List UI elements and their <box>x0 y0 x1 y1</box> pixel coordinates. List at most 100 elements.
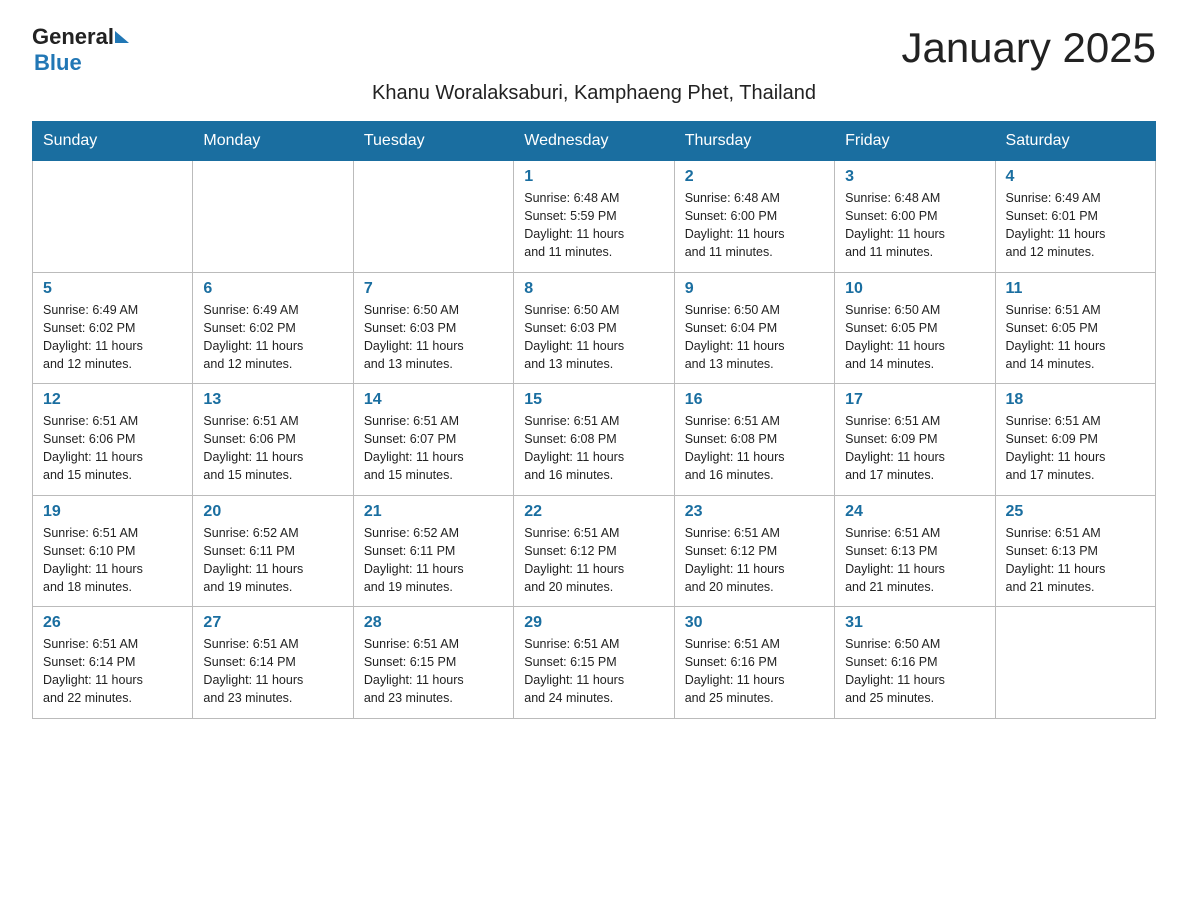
day-number: 23 <box>685 503 824 521</box>
col-sunday: Sunday <box>33 122 193 161</box>
day-info: Sunrise: 6:50 AMSunset: 6:03 PMDaylight:… <box>364 301 503 374</box>
day-info: Sunrise: 6:52 AMSunset: 6:11 PMDaylight:… <box>364 524 503 597</box>
day-info: Sunrise: 6:52 AMSunset: 6:11 PMDaylight:… <box>203 524 342 597</box>
day-number: 22 <box>524 503 663 521</box>
day-info: Sunrise: 6:50 AMSunset: 6:16 PMDaylight:… <box>845 635 984 708</box>
calendar-cell: 14 Sunrise: 6:51 AMSunset: 6:07 PMDayligh… <box>353 384 513 496</box>
calendar-cell: 25 Sunrise: 6:51 AMSunset: 6:13 PMDayligh… <box>995 495 1155 607</box>
day-number: 30 <box>685 614 824 632</box>
calendar-cell: 5 Sunrise: 6:49 AMSunset: 6:02 PMDaylight… <box>33 272 193 384</box>
day-number: 5 <box>43 280 182 298</box>
day-info: Sunrise: 6:51 AMSunset: 6:12 PMDaylight:… <box>524 524 663 597</box>
day-info: Sunrise: 6:51 AMSunset: 6:15 PMDaylight:… <box>524 635 663 708</box>
calendar-header-row: Sunday Monday Tuesday Wednesday Thursday… <box>33 122 1156 161</box>
day-number: 4 <box>1006 168 1145 186</box>
day-number: 29 <box>524 614 663 632</box>
calendar-cell: 15 Sunrise: 6:51 AMSunset: 6:08 PMDayligh… <box>514 384 674 496</box>
day-number: 26 <box>43 614 182 632</box>
day-number: 21 <box>364 503 503 521</box>
calendar-cell <box>353 161 513 273</box>
col-thursday: Thursday <box>674 122 834 161</box>
day-number: 1 <box>524 168 663 186</box>
calendar-cell: 16 Sunrise: 6:51 AMSunset: 6:08 PMDayligh… <box>674 384 834 496</box>
calendar-cell: 8 Sunrise: 6:50 AMSunset: 6:03 PMDaylight… <box>514 272 674 384</box>
calendar-cell: 13Sunrise: 6:51 AMSunset: 6:06 PMDayligh… <box>193 384 353 496</box>
day-number: 11 <box>1006 280 1145 298</box>
day-info: Sunrise: 6:50 AMSunset: 6:03 PMDaylight:… <box>524 301 663 374</box>
calendar-cell: 28 Sunrise: 6:51 AMSunset: 6:15 PMDayligh… <box>353 607 513 719</box>
calendar-week-row: 26 Sunrise: 6:51 AMSunset: 6:14 PMDayligh… <box>33 607 1156 719</box>
day-info: Sunrise: 6:49 AMSunset: 6:02 PMDaylight:… <box>203 301 342 374</box>
day-number: 8 <box>524 280 663 298</box>
day-info: Sunrise: 6:50 AMSunset: 6:05 PMDaylight:… <box>845 301 984 374</box>
logo-general-text: General <box>32 24 114 50</box>
day-info: Sunrise: 6:49 AMSunset: 6:01 PMDaylight:… <box>1006 189 1145 262</box>
day-info: Sunrise: 6:51 AMSunset: 6:07 PMDaylight:… <box>364 412 503 485</box>
calendar-cell: 23 Sunrise: 6:51 AMSunset: 6:12 PMDayligh… <box>674 495 834 607</box>
day-info: Sunrise: 6:48 AMSunset: 6:00 PMDaylight:… <box>685 189 824 262</box>
day-info: Sunrise: 6:51 AMSunset: 6:15 PMDaylight:… <box>364 635 503 708</box>
day-number: 28 <box>364 614 503 632</box>
calendar-cell: 6Sunrise: 6:49 AMSunset: 6:02 PMDaylight… <box>193 272 353 384</box>
day-info: Sunrise: 6:51 AMSunset: 6:13 PMDaylight:… <box>1006 524 1145 597</box>
calendar-week-row: 5 Sunrise: 6:49 AMSunset: 6:02 PMDaylight… <box>33 272 1156 384</box>
day-number: 17 <box>845 391 984 409</box>
day-info: Sunrise: 6:51 AMSunset: 6:05 PMDaylight:… <box>1006 301 1145 374</box>
day-info: Sunrise: 6:48 AMSunset: 5:59 PMDaylight:… <box>524 189 663 262</box>
calendar-cell: 10 Sunrise: 6:50 AMSunset: 6:05 PMDayligh… <box>835 272 995 384</box>
calendar-cell: 18 Sunrise: 6:51 AMSunset: 6:09 PMDayligh… <box>995 384 1155 496</box>
day-number: 12 <box>43 391 182 409</box>
day-info: Sunrise: 6:51 AMSunset: 6:12 PMDaylight:… <box>685 524 824 597</box>
calendar-cell: 31 Sunrise: 6:50 AMSunset: 6:16 PMDayligh… <box>835 607 995 719</box>
day-number: 7 <box>364 280 503 298</box>
day-info: Sunrise: 6:51 AMSunset: 6:16 PMDaylight:… <box>685 635 824 708</box>
calendar-cell <box>193 161 353 273</box>
calendar-cell: 29 Sunrise: 6:51 AMSunset: 6:15 PMDayligh… <box>514 607 674 719</box>
calendar-cell: 1 Sunrise: 6:48 AMSunset: 5:59 PMDaylight… <box>514 161 674 273</box>
calendar-week-row: 19 Sunrise: 6:51 AMSunset: 6:10 PMDayligh… <box>33 495 1156 607</box>
day-number: 16 <box>685 391 824 409</box>
calendar-cell: 19 Sunrise: 6:51 AMSunset: 6:10 PMDayligh… <box>33 495 193 607</box>
day-number: 25 <box>1006 503 1145 521</box>
day-info: Sunrise: 6:49 AMSunset: 6:02 PMDaylight:… <box>43 301 182 374</box>
header: General Blue January 2025 <box>32 24 1156 76</box>
calendar-cell: 4 Sunrise: 6:49 AMSunset: 6:01 PMDaylight… <box>995 161 1155 273</box>
calendar-cell <box>33 161 193 273</box>
month-title: January 2025 <box>901 24 1156 72</box>
day-info: Sunrise: 6:51 AMSunset: 6:13 PMDaylight:… <box>845 524 984 597</box>
day-info: Sunrise: 6:51 AMSunset: 6:06 PMDaylight:… <box>43 412 182 485</box>
day-info: Sunrise: 6:51 AMSunset: 6:14 PMDaylight:… <box>203 635 342 708</box>
logo: General Blue <box>32 24 129 76</box>
day-number: 10 <box>845 280 984 298</box>
day-number: 31 <box>845 614 984 632</box>
calendar-cell: 11 Sunrise: 6:51 AMSunset: 6:05 PMDayligh… <box>995 272 1155 384</box>
calendar-cell: 22 Sunrise: 6:51 AMSunset: 6:12 PMDayligh… <box>514 495 674 607</box>
day-number: 2 <box>685 168 824 186</box>
calendar-cell: 21 Sunrise: 6:52 AMSunset: 6:11 PMDayligh… <box>353 495 513 607</box>
day-number: 9 <box>685 280 824 298</box>
day-number: 14 <box>364 391 503 409</box>
calendar-week-row: 12 Sunrise: 6:51 AMSunset: 6:06 PMDayligh… <box>33 384 1156 496</box>
day-number: 20 <box>203 503 342 521</box>
day-info: Sunrise: 6:51 AMSunset: 6:09 PMDaylight:… <box>1006 412 1145 485</box>
col-monday: Monday <box>193 122 353 161</box>
day-number: 18 <box>1006 391 1145 409</box>
calendar-table: Sunday Monday Tuesday Wednesday Thursday… <box>32 121 1156 719</box>
col-saturday: Saturday <box>995 122 1155 161</box>
logo-blue-text: Blue <box>34 50 82 76</box>
calendar-cell: 20 Sunrise: 6:52 AMSunset: 6:11 PMDayligh… <box>193 495 353 607</box>
col-wednesday: Wednesday <box>514 122 674 161</box>
day-info: Sunrise: 6:50 AMSunset: 6:04 PMDaylight:… <box>685 301 824 374</box>
day-number: 3 <box>845 168 984 186</box>
day-number: 19 <box>43 503 182 521</box>
day-info: Sunrise: 6:51 AMSunset: 6:09 PMDaylight:… <box>845 412 984 485</box>
day-number: 27 <box>203 614 342 632</box>
day-info: Sunrise: 6:51 AMSunset: 6:08 PMDaylight:… <box>685 412 824 485</box>
day-info: Sunrise: 6:51 AMSunset: 6:10 PMDaylight:… <box>43 524 182 597</box>
day-info: Sunrise: 6:51 AMSunset: 6:06 PMDaylight:… <box>203 412 342 485</box>
day-number: 15 <box>524 391 663 409</box>
calendar-week-row: 1 Sunrise: 6:48 AMSunset: 5:59 PMDaylight… <box>33 161 1156 273</box>
day-info: Sunrise: 6:51 AMSunset: 6:08 PMDaylight:… <box>524 412 663 485</box>
calendar-subtitle: Khanu Woralaksaburi, Kamphaeng Phet, Tha… <box>32 82 1156 105</box>
calendar-cell <box>995 607 1155 719</box>
